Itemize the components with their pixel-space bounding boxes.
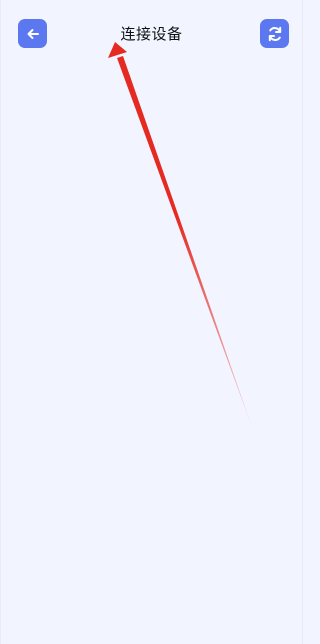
connect-device-screen: 连接设备 <box>0 0 303 644</box>
page-title: 连接设备 <box>120 25 183 43</box>
annotation-arrow <box>108 42 253 430</box>
refresh-button[interactable] <box>260 19 289 48</box>
arrow-shaft <box>117 56 253 430</box>
top-bar: 连接设备 <box>1 0 302 70</box>
refresh-icon <box>268 26 281 41</box>
